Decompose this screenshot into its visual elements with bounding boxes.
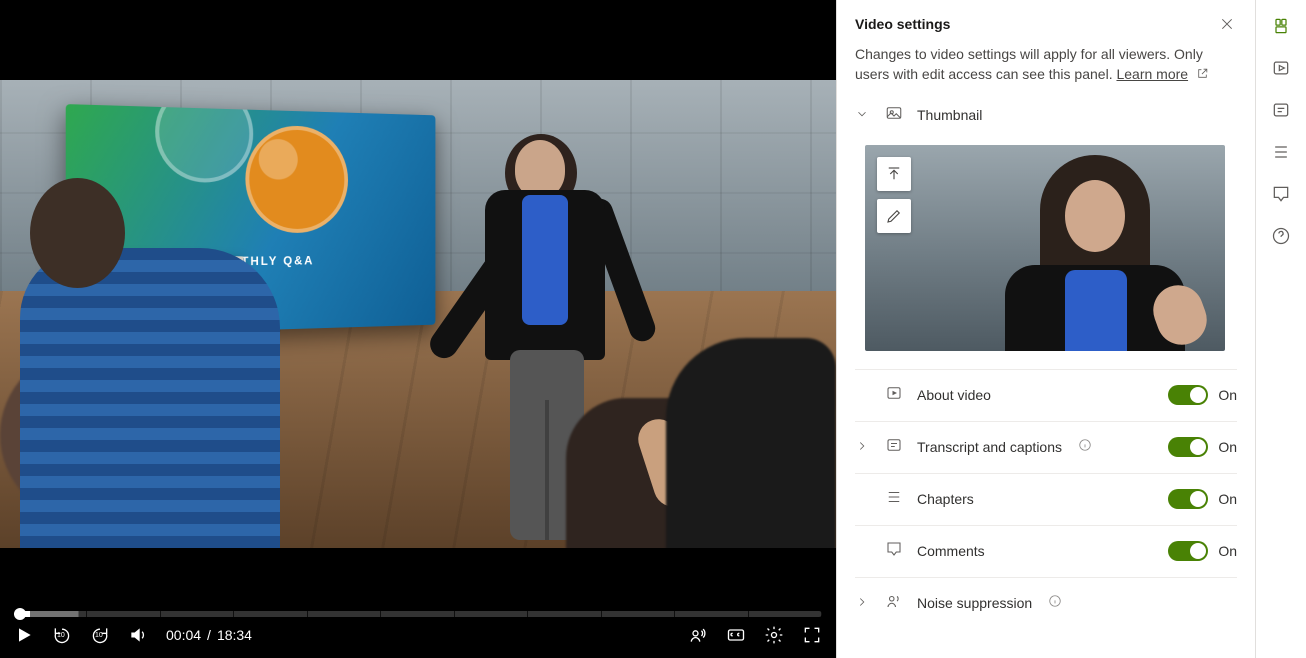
section-chapters[interactable]: Chapters On bbox=[837, 474, 1255, 525]
panel-title: Video settings bbox=[855, 16, 950, 32]
video-settings-panel: Video settings Changes to video settings… bbox=[836, 0, 1256, 658]
info-icon[interactable] bbox=[1048, 594, 1062, 613]
close-panel-button[interactable] bbox=[1217, 14, 1237, 34]
transcript-toggle[interactable] bbox=[1168, 437, 1208, 457]
play-button[interactable] bbox=[14, 625, 34, 645]
about-video-toggle[interactable] bbox=[1168, 385, 1208, 405]
video-player: CONTOSO MONTHLY Q&A bbox=[0, 0, 836, 658]
chapters-toggle[interactable] bbox=[1168, 489, 1208, 509]
rail-about-button[interactable] bbox=[1269, 56, 1293, 80]
video-frame[interactable]: CONTOSO MONTHLY Q&A bbox=[0, 0, 836, 603]
volume-button[interactable] bbox=[128, 625, 148, 645]
image-icon bbox=[885, 104, 903, 127]
rewind-10-button[interactable]: 10 bbox=[52, 625, 72, 645]
video-content: CONTOSO MONTHLY Q&A bbox=[0, 80, 836, 548]
info-icon[interactable] bbox=[1078, 438, 1092, 457]
section-thumbnail-label: Thumbnail bbox=[917, 107, 982, 123]
section-about-label: About video bbox=[917, 387, 991, 403]
chapters-icon bbox=[885, 488, 903, 511]
fullscreen-button[interactable] bbox=[802, 625, 822, 645]
current-time: 00:04 bbox=[166, 627, 201, 643]
right-rail bbox=[1256, 0, 1306, 658]
upload-thumbnail-button[interactable] bbox=[877, 157, 911, 191]
seek-thumb[interactable] bbox=[14, 608, 26, 620]
section-transcript[interactable]: Transcript and captions On bbox=[837, 422, 1255, 473]
rail-video-settings-button[interactable] bbox=[1269, 14, 1293, 38]
section-comments-label: Comments bbox=[917, 543, 985, 559]
comments-toggle[interactable] bbox=[1168, 541, 1208, 561]
seek-bar[interactable] bbox=[14, 611, 822, 617]
player-controls: 10 10 00:04 / 18:34 bbox=[0, 603, 836, 658]
play-square-icon bbox=[885, 384, 903, 407]
edit-thumbnail-button[interactable] bbox=[877, 199, 911, 233]
comments-toggle-state: On bbox=[1218, 543, 1237, 559]
thumbnail-preview bbox=[865, 145, 1225, 351]
chevron-right-icon bbox=[855, 595, 871, 611]
rail-help-button[interactable] bbox=[1269, 224, 1293, 248]
about-video-toggle-state: On bbox=[1218, 387, 1237, 403]
section-comments[interactable]: Comments On bbox=[837, 526, 1255, 577]
rail-transcript-button[interactable] bbox=[1269, 98, 1293, 122]
panel-description: Changes to video settings will apply for… bbox=[837, 44, 1255, 90]
section-thumbnail-header[interactable]: Thumbnail bbox=[837, 90, 1255, 141]
total-time: 18:34 bbox=[217, 627, 252, 643]
transcript-icon bbox=[885, 436, 903, 459]
section-chapters-label: Chapters bbox=[917, 491, 974, 507]
chevron-right-icon bbox=[855, 439, 871, 455]
chevron-down-icon bbox=[855, 107, 871, 123]
rail-comments-button[interactable] bbox=[1269, 182, 1293, 206]
forward-10-button[interactable]: 10 bbox=[90, 625, 110, 645]
rail-chapters-button[interactable] bbox=[1269, 140, 1293, 164]
external-link-icon bbox=[1196, 65, 1209, 85]
time-display: 00:04 / 18:34 bbox=[166, 627, 252, 643]
section-transcript-label: Transcript and captions bbox=[917, 439, 1062, 455]
transcript-toggle-state: On bbox=[1218, 439, 1237, 455]
section-about-video[interactable]: About video On bbox=[837, 370, 1255, 421]
playback-settings-button[interactable] bbox=[764, 625, 784, 645]
thumbnail-preview-area bbox=[837, 141, 1255, 369]
captions-button[interactable] bbox=[726, 625, 746, 645]
section-noise-label: Noise suppression bbox=[917, 595, 1032, 611]
noise-suppression-button[interactable] bbox=[688, 625, 708, 645]
comments-icon bbox=[885, 540, 903, 563]
chapters-toggle-state: On bbox=[1218, 491, 1237, 507]
learn-more-link[interactable]: Learn more bbox=[1116, 66, 1188, 82]
noise-icon bbox=[885, 592, 903, 615]
section-noise-suppression[interactable]: Noise suppression bbox=[837, 578, 1255, 629]
